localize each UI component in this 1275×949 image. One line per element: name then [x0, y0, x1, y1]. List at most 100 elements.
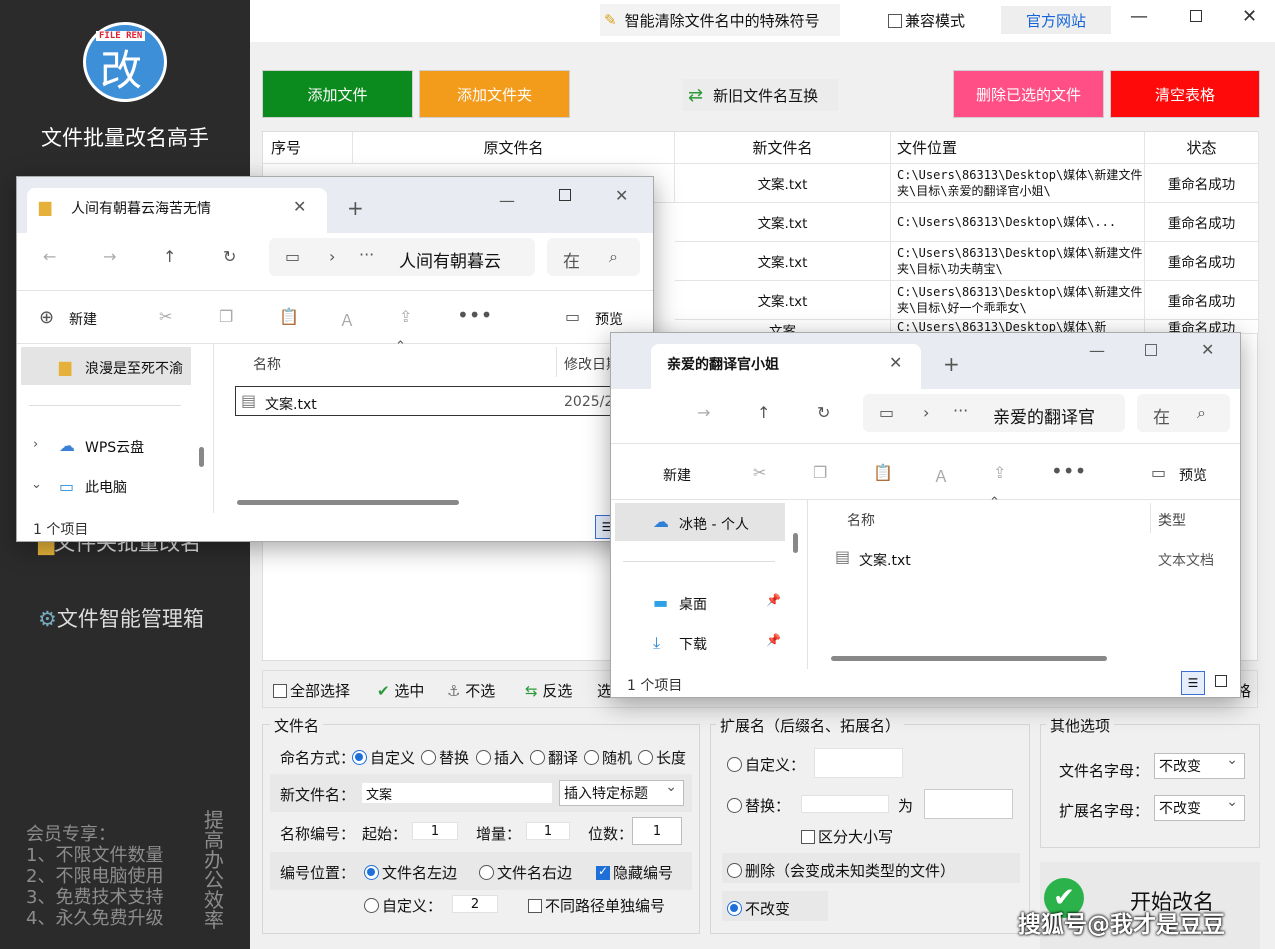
- up-icon[interactable]: ↑: [757, 403, 770, 422]
- compat-mode-checkbox[interactable]: 兼容模式: [888, 10, 965, 31]
- more-icon[interactable]: •••: [1051, 459, 1086, 483]
- invert-button[interactable]: ⇆ 反选: [525, 680, 572, 701]
- ext-custom-radio[interactable]: 自定义：: [727, 754, 805, 775]
- col-header-status[interactable]: 状态: [1145, 132, 1259, 164]
- copy-icon[interactable]: ❐: [813, 463, 827, 482]
- pos-left-radio[interactable]: 文件名左边: [364, 862, 457, 883]
- nav-item-label[interactable]: 桌面: [679, 594, 707, 614]
- menu-smart-manager[interactable]: ⚙文件智能管理箱: [38, 603, 204, 633]
- method-translate-radio[interactable]: 翻译: [530, 747, 578, 768]
- ext-replace-to-input[interactable]: [924, 789, 1013, 819]
- separate-path-checkbox[interactable]: 不同路径单独编号: [528, 895, 665, 916]
- explorer1-preview-button[interactable]: 预览: [595, 309, 623, 329]
- swap-names-button[interactable]: ⇄ 新旧文件名互换: [683, 79, 838, 111]
- new-name-input[interactable]: 文案: [362, 783, 552, 803]
- pos-custom-radio[interactable]: 自定义：: [364, 895, 442, 916]
- chevron-right-icon[interactable]: ›: [33, 437, 38, 452]
- ellipsis-icon[interactable]: ···: [953, 401, 968, 420]
- new-tab-icon[interactable]: +: [347, 196, 364, 220]
- paste-icon[interactable]: 📋: [279, 307, 299, 326]
- explorer2-new-button[interactable]: 新建: [663, 465, 691, 485]
- paste-icon[interactable]: 📋: [873, 463, 893, 482]
- start-input[interactable]: 1: [412, 822, 458, 840]
- chevron-down-icon[interactable]: ⌄: [31, 477, 42, 492]
- file-name[interactable]: 文案.txt: [859, 550, 911, 570]
- minimize-button[interactable]: —: [1130, 6, 1148, 27]
- nav-item-label[interactable]: WPS云盘: [85, 437, 144, 457]
- forward-icon[interactable]: →: [103, 247, 116, 266]
- col-header-original[interactable]: 原文件名: [353, 132, 675, 164]
- method-custom-radio[interactable]: 自定义: [352, 747, 415, 768]
- col-header-path[interactable]: 文件位置: [891, 132, 1145, 164]
- rename-icon[interactable]: Ａ: [933, 463, 949, 487]
- name-case-dropdown[interactable]: 不改变: [1154, 752, 1245, 779]
- ellipsis-icon[interactable]: ···: [359, 245, 374, 264]
- explorer2-search-box[interactable]: [1137, 394, 1230, 432]
- share-icon[interactable]: ⇪: [399, 307, 412, 326]
- method-insert-radio[interactable]: 插入: [476, 747, 524, 768]
- back-icon[interactable]: ←: [43, 247, 56, 266]
- ext-case-dropdown[interactable]: 不改变: [1154, 794, 1245, 821]
- copy-icon[interactable]: ❐: [219, 307, 233, 326]
- hide-number-checkbox[interactable]: 隐藏编号: [596, 862, 673, 883]
- ext-delete-radio[interactable]: 删除（会变成未知类型的文件）: [727, 860, 955, 881]
- tab-close-icon[interactable]: ✕: [293, 197, 306, 216]
- col-header-new[interactable]: 新文件名: [675, 132, 891, 164]
- custom-pos-input[interactable]: 2: [452, 895, 498, 913]
- win-close-icon[interactable]: ✕: [615, 186, 628, 205]
- nav-item-label[interactable]: 此电脑: [85, 477, 127, 497]
- official-site-link[interactable]: 官方网站: [1001, 6, 1111, 34]
- case-sensitive-checkbox[interactable]: 区分大小写: [801, 826, 893, 847]
- win-minimize-icon[interactable]: —: [499, 191, 515, 210]
- step-input[interactable]: 1: [526, 822, 570, 840]
- pin-icon[interactable]: 📌: [766, 633, 781, 647]
- win-maximize-icon[interactable]: [559, 189, 571, 201]
- forward-icon[interactable]: →: [697, 403, 710, 422]
- add-file-button[interactable]: 添加文件: [262, 70, 413, 118]
- horizontal-scrollbar[interactable]: [237, 500, 459, 505]
- explorer1-new-button[interactable]: 新建: [69, 309, 97, 329]
- method-replace-radio[interactable]: 替换: [421, 747, 469, 768]
- pos-right-radio[interactable]: 文件名右边: [479, 862, 572, 883]
- share-icon[interactable]: ⇪: [993, 463, 1006, 482]
- refresh-icon[interactable]: ↻: [817, 403, 830, 422]
- cut-icon[interactable]: ✂: [753, 463, 766, 482]
- col-header-index[interactable]: 序号: [263, 132, 353, 164]
- rename-icon[interactable]: Ａ: [339, 307, 355, 331]
- tab-close-icon[interactable]: ✕: [889, 353, 902, 372]
- select-all-checkbox[interactable]: 全部选择: [273, 680, 350, 701]
- unselect-button[interactable]: ⚓ 不选: [447, 680, 495, 701]
- nav-item-label[interactable]: 下载: [679, 634, 707, 654]
- method-length-radio[interactable]: 长度: [638, 747, 686, 768]
- win-close-icon[interactable]: ✕: [1201, 340, 1214, 359]
- explorer1-search-box[interactable]: [547, 238, 640, 276]
- insert-title-dropdown[interactable]: 插入特定标题: [559, 779, 684, 806]
- explorer1-col-name[interactable]: 名称: [253, 354, 281, 374]
- new-tab-icon[interactable]: +: [943, 352, 960, 376]
- clean-special-chars-button[interactable]: ✎ 智能清除文件名中的特殊符号: [600, 4, 840, 36]
- explorer2-preview-button[interactable]: 预览: [1179, 465, 1207, 485]
- explorer2-col-name[interactable]: 名称: [847, 510, 875, 530]
- ext-custom-input[interactable]: [814, 748, 903, 778]
- clear-table-button[interactable]: 清空表格: [1110, 70, 1260, 118]
- nav-scrollbar[interactable]: [199, 447, 204, 467]
- pin-icon[interactable]: 📌: [766, 593, 781, 607]
- digits-input[interactable]: 1: [632, 817, 682, 845]
- maximize-button[interactable]: [1190, 10, 1202, 22]
- ext-replace-from-input[interactable]: [801, 795, 889, 813]
- explorer2-col-type[interactable]: 类型: [1158, 510, 1186, 530]
- ext-keep-radio[interactable]: 不改变: [727, 898, 790, 919]
- refresh-icon[interactable]: ↻: [223, 247, 236, 266]
- nav-scrollbar[interactable]: [793, 533, 798, 553]
- cut-icon[interactable]: ✂: [159, 307, 172, 326]
- delete-selected-button[interactable]: 删除已选的文件: [953, 70, 1104, 118]
- win-minimize-icon[interactable]: —: [1089, 341, 1105, 360]
- select-button[interactable]: ✔ 选中: [377, 680, 424, 701]
- method-random-radio[interactable]: 随机: [584, 747, 632, 768]
- tiles-view-icon[interactable]: [1215, 675, 1227, 687]
- close-button[interactable]: ✕: [1242, 6, 1257, 27]
- horizontal-scrollbar[interactable]: [831, 656, 1107, 661]
- ext-replace-radio[interactable]: 替换：: [727, 795, 790, 816]
- details-view-icon[interactable]: ☰: [1181, 671, 1205, 695]
- win-maximize-icon[interactable]: [1145, 344, 1157, 356]
